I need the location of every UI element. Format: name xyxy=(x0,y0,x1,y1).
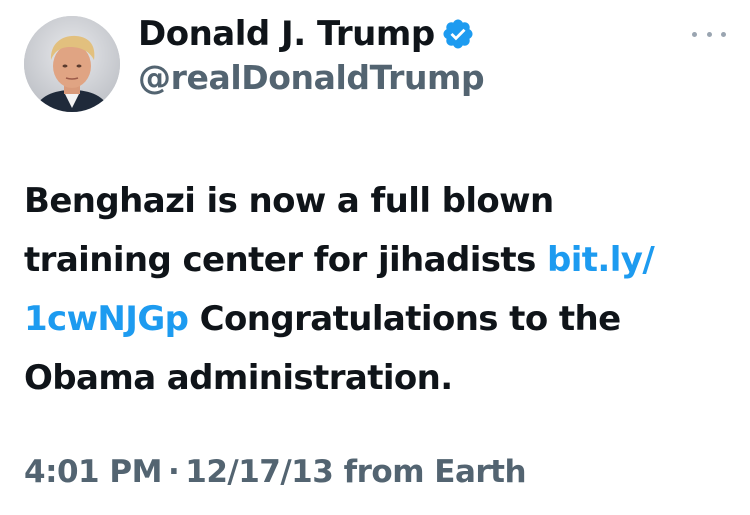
tweet-source: from Earth xyxy=(343,454,527,490)
tweet-text-segment: training center for jihadists xyxy=(24,240,547,280)
tweet-text-segment: Obama administration. xyxy=(24,358,453,398)
tweet-text-line: Obama administration. xyxy=(24,349,734,408)
avatar[interactable] xyxy=(24,16,120,112)
meta-separator: · xyxy=(167,454,180,490)
tweet-meta: 4:01 PM · 12/17/13 from Earth xyxy=(24,454,527,490)
tweet-time[interactable]: 4:01 PM xyxy=(24,454,162,490)
author-name-row: Donald J. Trump xyxy=(138,11,475,57)
tweet-link[interactable]: 1cwNJGp xyxy=(24,299,189,339)
tweet-link[interactable]: bit.ly/ xyxy=(547,240,655,280)
tweet-text-segment: Congratulations to the xyxy=(188,299,622,339)
verified-check-icon[interactable] xyxy=(441,17,475,51)
tweet-card: Donald J. Trump @realDonaldTrump Benghaz… xyxy=(0,0,750,515)
tweet-text: Benghazi is now a full blown training cen… xyxy=(24,172,734,408)
tweet-text-segment: Benghazi is now a full blown xyxy=(24,181,554,221)
profile-photo xyxy=(24,16,120,112)
tweet-text-line: training center for jihadists bit.ly/ xyxy=(24,231,734,290)
more-options-icon[interactable] xyxy=(692,24,726,44)
tweet-text-line: 1cwNJGp Congratulations to the xyxy=(24,290,734,349)
tweet-date[interactable]: 12/17/13 xyxy=(185,454,334,490)
tweet-text-line: Benghazi is now a full blown xyxy=(24,172,734,231)
author-display-name[interactable]: Donald J. Trump xyxy=(138,14,435,54)
author-handle[interactable]: @realDonaldTrump xyxy=(138,58,485,97)
